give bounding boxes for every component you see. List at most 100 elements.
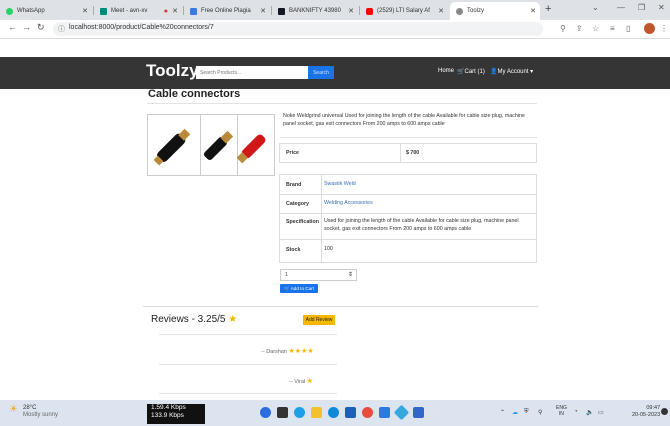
youtube-icon bbox=[366, 7, 373, 15]
add-to-cart-button[interactable]: 🛒 Add to Cart bbox=[280, 284, 318, 293]
tab-banknifty[interactable]: BANKNIFTY 43980 ✕ bbox=[272, 2, 358, 20]
forward-arrow-icon[interactable]: → bbox=[22, 22, 31, 32]
weather-widget[interactable]: ☀ 28°C Mostly sunny bbox=[9, 404, 58, 419]
battery-icon[interactable]: ▭ bbox=[598, 409, 604, 416]
browser-tab-strip: WhatsApp ✕ Meet - avn-xv ● ✕ Free Online… bbox=[0, 0, 670, 20]
quantity-stepper[interactable]: 1 ⇕ bbox=[280, 269, 357, 281]
divider bbox=[147, 103, 537, 104]
add-review-button[interactable]: Add Review bbox=[303, 315, 335, 325]
red-connector-image bbox=[203, 130, 234, 161]
globe-icon bbox=[456, 7, 463, 15]
divider bbox=[159, 334, 337, 335]
tab-toolzy[interactable]: Toolzy ✕ bbox=[450, 2, 540, 20]
wifi-icon[interactable]: ◔ bbox=[574, 409, 578, 415]
price-label: Price bbox=[286, 150, 299, 156]
divider bbox=[159, 364, 337, 365]
category-label: Category bbox=[286, 201, 309, 207]
close-tab-icon[interactable]: ✕ bbox=[82, 7, 88, 15]
bookmark-star-icon[interactable]: ☆ bbox=[592, 24, 599, 33]
cart-icon: 🛒 bbox=[284, 285, 290, 291]
start-icon[interactable] bbox=[260, 407, 271, 418]
notification-icon[interactable] bbox=[661, 408, 668, 415]
review-item: -- Darshan ★★★★ bbox=[261, 348, 314, 355]
product-details-table: Brand Swastik Weld Category Welding Acce… bbox=[279, 174, 537, 263]
share-icon[interactable]: ⇪ bbox=[576, 24, 583, 33]
new-tab-plus-icon[interactable]: + bbox=[545, 3, 551, 15]
tab-youtube[interactable]: (2529) LTI Salary Af ✕ bbox=[360, 2, 448, 20]
tab-meet[interactable]: Meet - avn-xv ● ✕ bbox=[94, 2, 182, 20]
tab-whatsapp[interactable]: WhatsApp ✕ bbox=[0, 2, 92, 20]
close-window-icon[interactable]: ✕ bbox=[658, 3, 665, 12]
product-thumbnail-red[interactable] bbox=[200, 115, 238, 175]
brand-link[interactable]: Swastik Weld bbox=[324, 180, 356, 188]
nav-cart-link[interactable]: 🛒Cart (1) bbox=[457, 68, 485, 75]
speaker-icon[interactable]: 🔈 bbox=[586, 409, 593, 416]
star-icon: ★ bbox=[228, 314, 238, 325]
product-image-gallery[interactable] bbox=[147, 114, 275, 176]
stock-label: Stock bbox=[286, 247, 301, 253]
tab-search-chevron-icon[interactable]: ⌄ bbox=[592, 3, 599, 12]
cloud-icon[interactable]: ☁ bbox=[512, 409, 518, 416]
product-title: Cable connectors bbox=[148, 88, 241, 100]
search-input[interactable] bbox=[196, 66, 308, 79]
vscode-icon[interactable] bbox=[413, 407, 424, 418]
specification-value: Used for joining the length of the cable… bbox=[324, 218, 519, 232]
reload-icon[interactable]: ↻ bbox=[37, 22, 45, 33]
brand-label: Brand bbox=[286, 182, 302, 188]
reviews-heading: Reviews - 3.25/5 ★ bbox=[151, 314, 238, 325]
brand-logo[interactable]: Toolzy bbox=[146, 61, 199, 81]
profile-avatar[interactable] bbox=[644, 23, 655, 34]
specification-label: Specification bbox=[286, 219, 319, 225]
tradingview-icon bbox=[278, 7, 285, 15]
reviews-section: Reviews - 3.25/5 ★ Add Review -- Darshan… bbox=[143, 306, 538, 400]
minimize-icon[interactable]: — bbox=[617, 3, 625, 12]
edge-icon[interactable] bbox=[328, 407, 339, 418]
close-tab-icon[interactable]: ✕ bbox=[172, 7, 178, 15]
back-arrow-icon[interactable]: ← bbox=[8, 22, 17, 32]
close-tab-icon[interactable]: ✕ bbox=[438, 7, 444, 15]
antivirus-icon[interactable]: ⛨ bbox=[524, 409, 529, 416]
plagiarism-icon bbox=[190, 7, 197, 15]
close-tab-icon[interactable]: ✕ bbox=[348, 7, 354, 15]
system-clock[interactable]: 09:47 20-05-2023 bbox=[632, 405, 660, 419]
mail-icon[interactable] bbox=[379, 407, 390, 418]
windows-taskbar: ☀ 28°C Mostly sunny 1.59.4 Kbps 133.9 Kb… bbox=[0, 400, 670, 426]
sun-icon: ☀ bbox=[9, 404, 18, 415]
stock-value: 100 bbox=[324, 246, 333, 252]
chrome-icon[interactable] bbox=[362, 407, 373, 418]
file-explorer-icon[interactable] bbox=[311, 407, 322, 418]
zoom-icon[interactable]: ⚲ bbox=[560, 24, 566, 33]
photos-icon[interactable] bbox=[393, 404, 410, 421]
nav-account-link[interactable]: 👤My Account ▾ bbox=[490, 68, 533, 75]
store-icon[interactable] bbox=[345, 407, 356, 418]
meet-icon bbox=[100, 7, 107, 15]
search-button[interactable]: Search bbox=[308, 66, 334, 79]
red-connector-image bbox=[237, 134, 266, 164]
product-description: Noke Weldgrind universal Used for joinin… bbox=[283, 113, 525, 127]
recording-icon: ● bbox=[163, 7, 168, 15]
restore-icon[interactable]: ❐ bbox=[638, 3, 645, 12]
browser-toolbar: ← → ↻ ⓘ localhost:8000/product/Cable%20c… bbox=[0, 20, 670, 39]
price-value: $ 700 bbox=[406, 150, 420, 156]
reading-list-icon[interactable]: ≡ bbox=[610, 24, 615, 33]
menu-dots-icon[interactable]: ⋮ bbox=[660, 24, 668, 33]
side-panel-icon[interactable]: ▯ bbox=[626, 24, 630, 33]
battery-saver-icon[interactable]: ⚲ bbox=[538, 409, 542, 416]
category-link[interactable]: Welding Accessories bbox=[324, 199, 373, 207]
language-indicator[interactable]: ENG IN bbox=[556, 405, 567, 417]
close-tab-icon[interactable]: ✕ bbox=[260, 7, 266, 15]
rating-stars-icon: ★★★★ bbox=[288, 348, 314, 355]
task-view-icon[interactable] bbox=[277, 407, 288, 418]
close-tab-icon[interactable]: ✕ bbox=[530, 7, 536, 15]
site-info-icon[interactable]: ⓘ bbox=[58, 24, 65, 34]
nav-home-link[interactable]: Home bbox=[438, 68, 454, 74]
caret-down-icon: ▾ bbox=[530, 69, 534, 75]
tab-plagiarism[interactable]: Free Online Plagia ✕ bbox=[184, 2, 270, 20]
review-item: -- Viral ★ bbox=[289, 378, 313, 385]
site-navbar: Toolzy Search Home 🛒Cart (1) 👤My Account… bbox=[0, 57, 670, 89]
copilot-icon[interactable] bbox=[294, 407, 305, 418]
tray-chevron-icon[interactable]: ⌃ bbox=[500, 409, 505, 416]
address-bar[interactable]: ⓘ localhost:8000/product/Cable%20connect… bbox=[53, 22, 543, 36]
price-table: Price $ 700 bbox=[279, 143, 537, 163]
stepper-arrows-icon[interactable]: ⇕ bbox=[348, 271, 353, 278]
